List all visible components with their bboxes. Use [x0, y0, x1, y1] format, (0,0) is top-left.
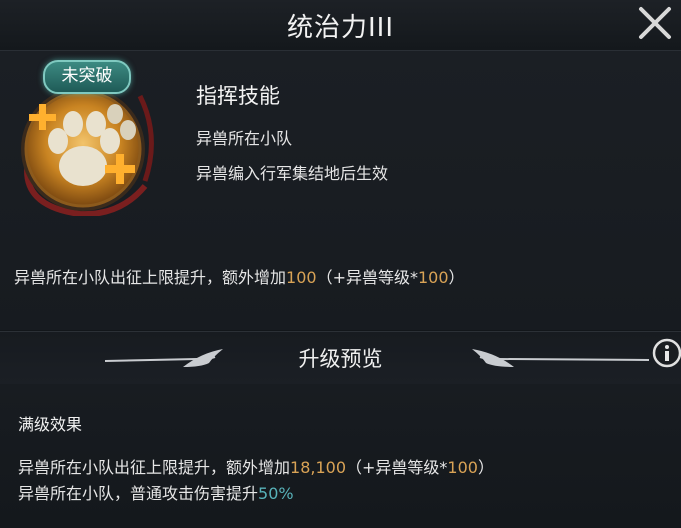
description-formula: （+异兽等级*: [316, 268, 418, 287]
effect-text: 异兽所在小队出征上限提升，额外增加: [18, 458, 291, 477]
effect-value: 50%: [258, 484, 294, 503]
skill-type-label: 指挥技能: [196, 84, 280, 108]
effect-text: 异兽所在小队，普通攻击伤害提升: [18, 484, 259, 503]
page-title: 统治力III: [286, 13, 394, 43]
effect-formula-end: ）: [477, 458, 494, 477]
skill-condition: 异兽编入行军集结地后生效: [196, 164, 389, 183]
max-effect-1: 异兽所在小队出征上限提升，额外增加18,100（+异兽等级*100）: [18, 454, 494, 478]
max-effect-2: 异兽所在小队，普通攻击伤害提升50%: [18, 480, 294, 504]
info-icon[interactable]: [652, 338, 681, 368]
effect-value: 18,100: [290, 458, 346, 477]
description-value: 100: [286, 268, 317, 287]
description-formula-value: 100: [417, 268, 449, 287]
effect-formula: （+异兽等级*: [346, 458, 448, 477]
effect-formula-value: 100: [447, 458, 478, 477]
skill-description: 异兽所在小队出征上限提升，额外增加100（+异兽等级*100）: [14, 264, 465, 288]
wing-ornament-right: [472, 349, 649, 367]
max-level-label: 满级效果: [18, 415, 83, 434]
description-text: 异兽所在小队出征上限提升，额外增加: [14, 268, 287, 287]
close-icon[interactable]: [635, 3, 675, 43]
status-badge: 未突破: [43, 60, 131, 94]
description-formula-end: ）: [448, 268, 465, 287]
skill-condition: 异兽所在小队: [196, 129, 293, 148]
